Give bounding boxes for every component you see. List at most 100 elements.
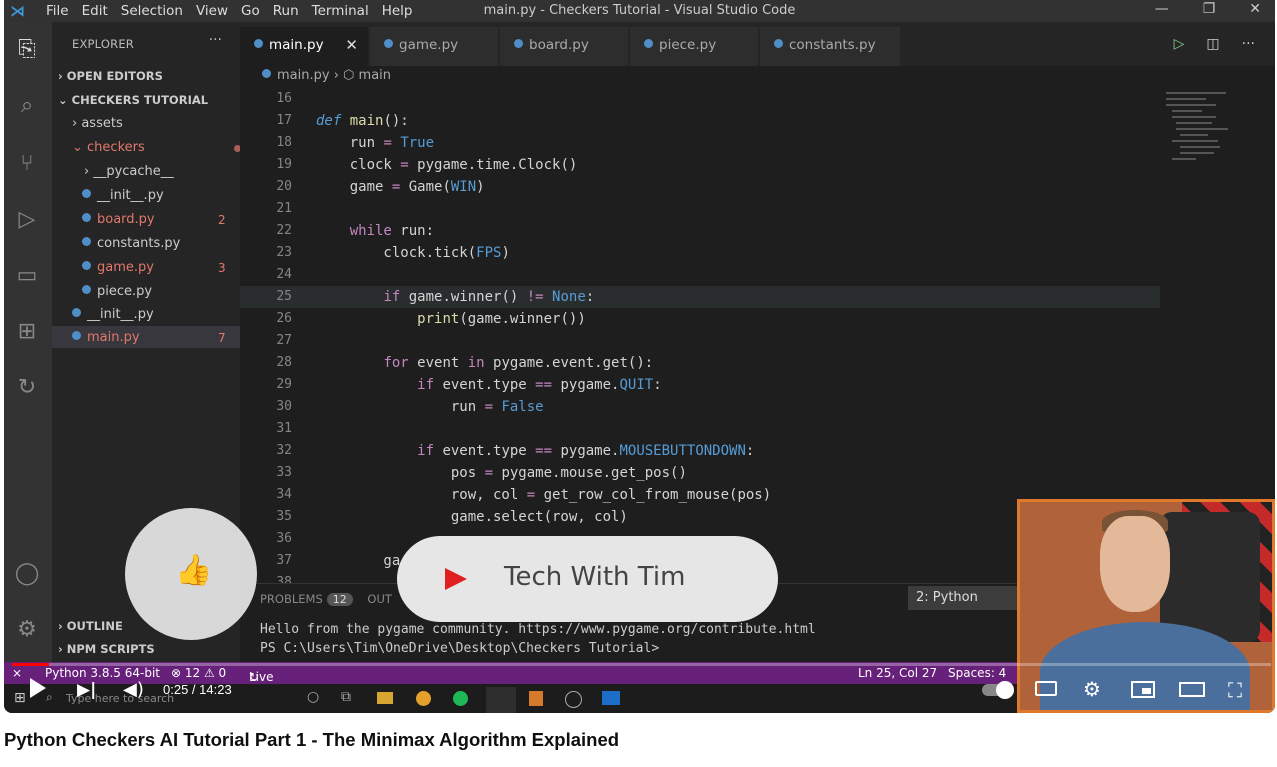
terminal-line: Hello from the pygame community. https:/… — [260, 622, 816, 637]
cursor-position: Ln 25, Col 27 — [858, 666, 938, 680]
run-file-icon: ▷ — [1173, 36, 1185, 52]
fullscreen-button[interactable]: ⛶ — [1228, 678, 1242, 702]
activity-bar: ⎘ ⌕ ⑂ ▷ ▭ ⊞ ↻ ◯ ⚙ — [4, 22, 52, 662]
source-control-icon: ⑂ — [20, 151, 34, 176]
open-editors-section: › OPEN EDITORS — [58, 69, 163, 83]
python-file-icon — [514, 39, 523, 48]
file-explorer-icon — [377, 692, 393, 704]
tree-item-piece: piece.py — [82, 281, 152, 303]
theater-mode-button[interactable] — [1179, 682, 1205, 697]
tree-item-init-inner: __init__.py — [82, 185, 164, 207]
outline-section: › OUTLINE — [58, 619, 123, 633]
thumbs-up-icon: 👍 — [175, 553, 213, 588]
minimize-icon: — — [1154, 1, 1169, 17]
cortana-icon: ○ — [307, 689, 320, 705]
code-line: 31 — [276, 421, 292, 436]
settings-button[interactable]: ⚙ — [1083, 677, 1101, 701]
code-line: 17 def main(): — [276, 113, 409, 129]
tab-piece: piece.py — [630, 27, 758, 66]
video-title: Python Checkers AI Tutorial Part 1 - The… — [4, 729, 620, 750]
live-share-icon: ↻ — [17, 375, 37, 400]
split-editor-icon: ◫ — [1206, 36, 1220, 52]
vscode-titlebar: ⋊ File Edit Selection View Go Run Termin… — [4, 0, 1275, 22]
project-section: ⌄ CHECKERS TUTORIAL — [58, 93, 209, 107]
channel-name: Tech With Tim — [504, 562, 686, 592]
python-file-icon — [82, 285, 91, 294]
breadcrumb: main.py › ⬡ main — [240, 66, 1275, 88]
code-line-current: 25 if game.winner() != None: — [240, 286, 1160, 308]
tab-constants: constants.py — [760, 27, 900, 66]
python-file-icon — [262, 69, 271, 78]
tree-item-constants: constants.py — [82, 233, 180, 255]
terminal-select: 2: Python — [908, 586, 1018, 610]
python-file-icon — [72, 308, 81, 317]
editor-actions: ▷ ◫ ··· — [1174, 36, 1255, 52]
window-controls: — ❐ ✕ — [1155, 1, 1261, 17]
problems-status: ⊗ 12 ⚠ 0 — [171, 666, 227, 680]
python-file-icon — [644, 39, 653, 48]
app-icon — [602, 691, 620, 705]
code-line: 24 — [276, 267, 292, 282]
indentation: Spaces: 4 — [948, 666, 1007, 680]
settings-gear-icon: ⚙ — [17, 617, 37, 642]
search-icon: ⌕ — [46, 690, 53, 704]
remote-explorer-icon: ▭ — [16, 263, 38, 288]
terminal-line: PS C:\Users\Tim\OneDrive\Desktop\Checker… — [260, 641, 660, 656]
tab-game: game.py — [370, 27, 498, 66]
next-video-button[interactable]: ▶| — [77, 680, 96, 700]
code-line: 27 — [276, 333, 292, 348]
chrome-icon — [416, 691, 431, 706]
restore-icon: ❐ — [1202, 1, 1216, 17]
code-line: 16 — [276, 91, 292, 106]
code-line: 20 game = Game(WIN) — [276, 179, 485, 195]
editor-tabs: main.py ✕ game.py board.py piece.py const… — [240, 22, 1275, 66]
code-line: 30 run = False — [276, 399, 544, 415]
python-file-icon — [384, 39, 393, 48]
remote-icon: ⨯ — [12, 666, 23, 680]
task-view-icon: ⧉ — [341, 689, 351, 705]
panel-tabs: PROBLEMS 12 OUT — [260, 592, 392, 606]
miniplayer-button[interactable] — [1131, 681, 1155, 698]
tree-item-checkers: ⌄ checkers — [72, 137, 241, 159]
close-tab-icon: ✕ — [345, 36, 358, 54]
subtitles-button[interactable] — [1035, 681, 1057, 696]
play-button[interactable] — [30, 678, 46, 698]
obs-icon — [565, 691, 582, 708]
tree-item-assets: › assets — [72, 116, 123, 131]
code-line: 23 clock.tick(FPS) — [276, 245, 510, 261]
files-icon: ⎘ — [18, 37, 36, 62]
python-file-icon — [72, 331, 81, 340]
autoplay-toggle[interactable] — [982, 681, 1014, 699]
progress-bar[interactable] — [12, 663, 1271, 666]
code-line: 28 for event in pygame.event.get(): — [276, 355, 654, 371]
tree-item-init-outer: __init__.py — [72, 304, 154, 326]
code-line: 32 if event.type == pygame.MOUSEBUTTONDO… — [276, 443, 755, 459]
video-player[interactable]: ⋊ File Edit Selection View Go Run Termin… — [4, 0, 1275, 713]
time-display: 0:25 / 14:23 — [163, 682, 232, 697]
explorer-header: EXPLORER — [72, 37, 134, 51]
python-file-icon — [254, 39, 263, 48]
run-debug-icon: ▷ — [18, 207, 36, 232]
tab-board: board.py — [500, 27, 628, 66]
symbol-icon: ⬡ — [343, 68, 355, 83]
code-line: 18 run = True — [276, 135, 435, 151]
account-icon: ◯ — [14, 561, 40, 586]
code-line: 21 — [276, 201, 292, 216]
close-icon: ✕ — [1249, 1, 1261, 17]
python-file-icon — [82, 237, 91, 246]
window-title: main.py - Checkers Tutorial - Visual Stu… — [483, 3, 796, 18]
tab-main: main.py ✕ — [240, 27, 368, 66]
progress-bar-fill — [12, 663, 49, 666]
extensions-icon: ⊞ — [17, 319, 37, 344]
code-line: 19 clock = pygame.time.Clock() — [276, 157, 578, 173]
code-line: 33 pos = pygame.mouse.get_pos() — [276, 465, 687, 481]
youtube-play-icon — [445, 568, 467, 590]
channel-watermark: Tech With Tim — [397, 536, 778, 622]
code-line: 22 while run: — [276, 223, 435, 239]
volume-button[interactable]: ◀) — [123, 679, 144, 700]
python-file-icon — [82, 213, 91, 222]
windows-start-icon: ⊞ — [14, 690, 26, 706]
sublime-icon — [529, 691, 543, 706]
spotify-icon — [453, 691, 468, 706]
tree-item-pycache: › __pycache__ — [84, 164, 174, 179]
